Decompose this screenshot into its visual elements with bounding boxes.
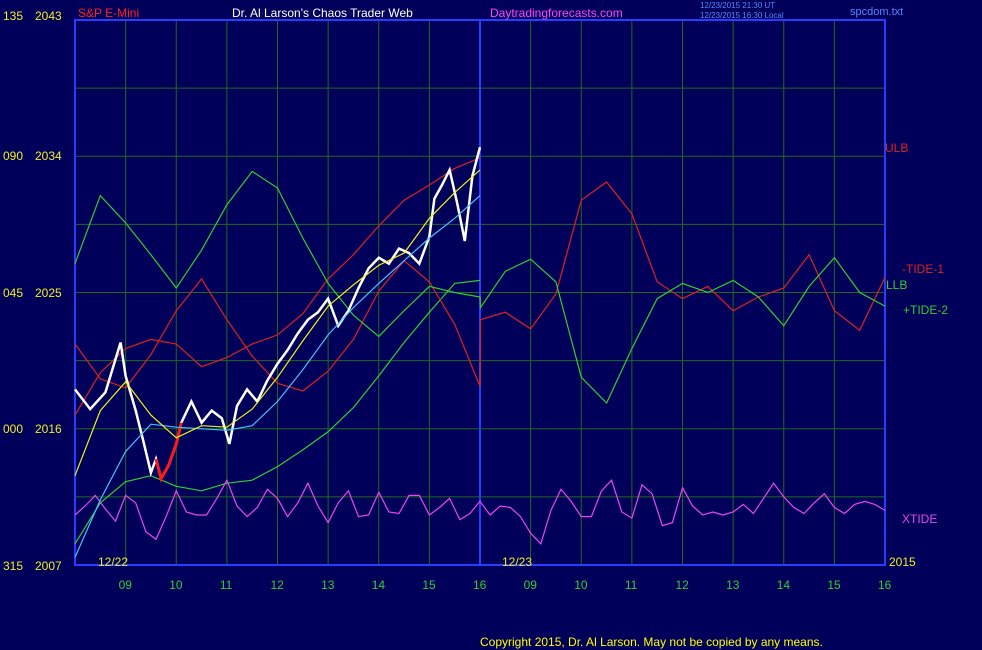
x-tick-label-day1: 09 xyxy=(119,578,133,592)
ulb-label: ULB xyxy=(885,141,908,155)
x-tick-label-day1: 12 xyxy=(271,578,285,592)
llb-label: LLB xyxy=(886,278,907,292)
tide1-label: -TIDE-1 xyxy=(902,262,944,276)
x-tick-label-day2: 12 xyxy=(676,578,690,592)
copyright-text: Copyright 2015, Dr. Al Larson. May not b… xyxy=(480,635,823,649)
date-label-day1: 12/22 xyxy=(98,555,128,569)
y-right-label-2007: 2007 xyxy=(35,559,62,573)
y-left-label-000: 000 xyxy=(3,422,23,436)
y-right-label-2016: 2016 xyxy=(35,422,62,436)
x-tick-label-day2: 15 xyxy=(827,578,841,592)
y-left-label-315: 315 xyxy=(3,559,23,573)
x-tick-label-day2: 09 xyxy=(524,578,538,592)
y-right-top-label: 2043 xyxy=(35,9,62,23)
chaos-trader-chart: 135 2043 S&P E-Mini Dr. Al Larson's Chao… xyxy=(0,0,982,650)
site-url: Daytradingforecasts.com xyxy=(490,6,623,20)
timestamp-local: 12/23/2015 16:30 Local xyxy=(700,11,784,20)
x-tick-label-day2: 10 xyxy=(574,578,588,592)
timestamp-ut: 12/23/2015 21:30 UT xyxy=(700,1,775,10)
x-tick-label-day1: 14 xyxy=(372,578,386,592)
tide2-label: +TIDE-2 xyxy=(903,303,948,317)
year-label: 2015 xyxy=(889,555,916,569)
y-right-label-2025: 2025 xyxy=(35,286,62,300)
y-left-label-090: 090 xyxy=(3,149,23,163)
date-label-day2: 12/23 xyxy=(502,555,532,569)
x-tick-label-day2: 14 xyxy=(777,578,791,592)
x-tick-label-day1: 11 xyxy=(220,578,233,592)
x-tick-label-day1: 10 xyxy=(169,578,183,592)
y-left-top-label: 135 xyxy=(3,9,23,23)
x-tick-label-day1: 13 xyxy=(321,578,335,592)
xtide-label: XTIDE xyxy=(902,512,937,526)
x-tick-label-day2: 13 xyxy=(726,578,740,592)
symbol-label: S&P E-Mini xyxy=(78,6,139,20)
site-title: Dr. Al Larson's Chaos Trader Web xyxy=(232,6,413,20)
x-tick-label-day1: 15 xyxy=(422,578,436,592)
y-right-label-2034: 2034 xyxy=(35,149,62,163)
file-label: spcdom.txt xyxy=(850,6,903,18)
x-tick-label-day2: 11 xyxy=(625,578,638,592)
x-tick-label-day1: 16 xyxy=(473,578,487,592)
y-left-label-045: 045 xyxy=(3,286,23,300)
x-tick-label-day2: 16 xyxy=(878,578,892,592)
